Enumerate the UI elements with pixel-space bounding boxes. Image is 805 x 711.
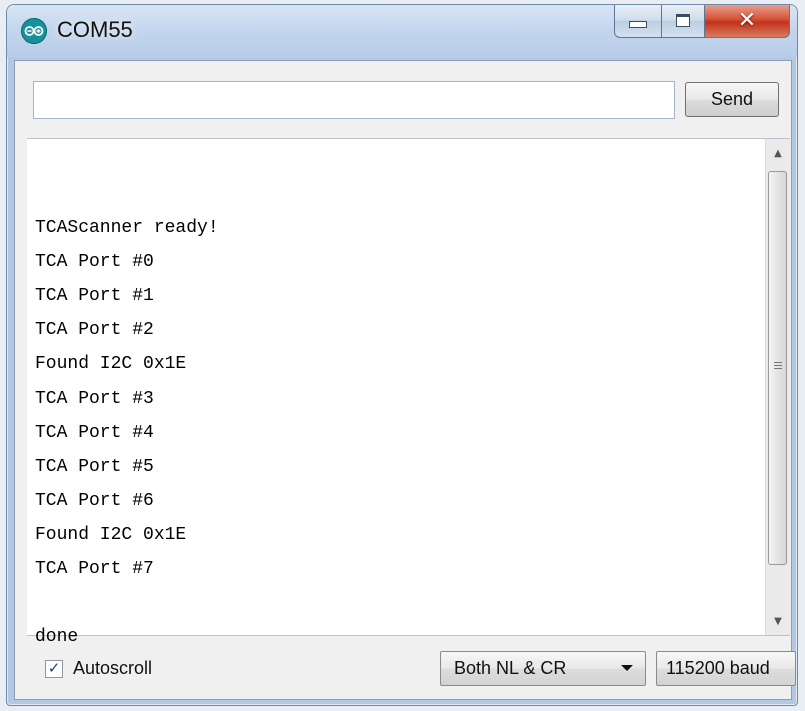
send-input[interactable]	[33, 81, 675, 119]
vertical-scrollbar[interactable]: ▲ ▼	[765, 139, 790, 635]
output-line: TCAScanner ready!	[35, 218, 219, 239]
scroll-down-icon[interactable]: ▼	[766, 610, 790, 632]
title-bar[interactable]: COM55 ✕	[7, 5, 797, 57]
send-bar: Send	[15, 61, 791, 138]
autoscroll-checkbox[interactable]: ✓	[45, 659, 63, 678]
output-line: Found I2C 0x1E	[35, 354, 187, 375]
maximize-icon	[676, 14, 690, 27]
close-button[interactable]: ✕	[705, 5, 790, 38]
serial-output-text: TCAScanner ready! TCA Port #0 TCA Port #1 T…	[35, 177, 219, 654]
output-line: TCA Port #2	[35, 320, 154, 341]
checkmark-icon: ✓	[47, 659, 61, 677]
output-line: TCA Port #1	[35, 286, 154, 307]
output-line: TCA Port #4	[35, 422, 154, 443]
serial-monitor-window: COM55 ✕ Send TCAScanner ready! TCA Port #…	[6, 4, 798, 706]
output-line: TCA Port #3	[35, 388, 154, 409]
autoscroll-label: Autoscroll	[73, 658, 153, 678]
output-line: TCA Port #0	[35, 252, 154, 273]
line-ending-value: Both NL & CR	[454, 658, 567, 678]
arduino-icon	[21, 18, 47, 44]
close-icon: ✕	[737, 8, 757, 33]
chevron-down-icon	[621, 665, 633, 671]
scroll-thumb[interactable]	[768, 171, 787, 565]
status-bar: ✓ Autoscroll Both NL & CR 115200 baud	[15, 634, 796, 698]
line-ending-select[interactable]: Both NL & CR	[440, 651, 646, 686]
grip-icon	[774, 362, 782, 371]
baud-rate-value: 115200 baud	[666, 658, 770, 678]
output-line: TCA Port #5	[35, 456, 154, 477]
minimize-icon	[629, 21, 647, 28]
minimize-button[interactable]	[614, 5, 662, 38]
maximize-button[interactable]	[662, 5, 705, 38]
baud-rate-select[interactable]: 115200 baud	[656, 651, 796, 686]
serial-monitor-client: Send TCAScanner ready! TCA Port #0 TCA Por…	[14, 60, 796, 700]
output-line: TCA Port #6	[35, 490, 154, 511]
serial-output[interactable]: TCAScanner ready! TCA Port #0 TCA Port #1 T…	[27, 138, 790, 647]
scroll-up-icon[interactable]: ▲	[766, 142, 790, 164]
autoscroll-toggle[interactable]: ✓ Autoscroll	[45, 658, 152, 679]
window-title: COM55	[57, 17, 133, 42]
send-button[interactable]: Send	[685, 82, 779, 117]
caption-buttons: ✕	[614, 5, 790, 39]
output-line: Found I2C 0x1E	[35, 524, 187, 545]
output-line: TCA Port #7	[35, 559, 154, 580]
